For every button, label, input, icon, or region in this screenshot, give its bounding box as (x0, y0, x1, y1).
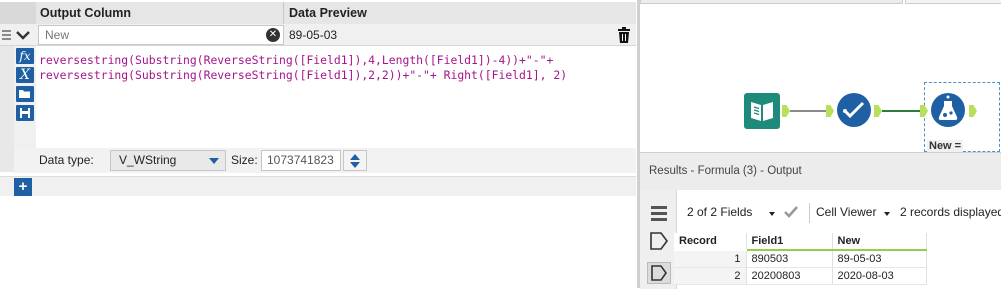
size-label: Size: (231, 153, 258, 167)
viewer-caret-icon[interactable] (884, 212, 890, 216)
spin-down-icon[interactable] (350, 162, 360, 168)
output-anchor-icon[interactable] (782, 105, 790, 117)
formula-tool-icon[interactable] (930, 92, 966, 128)
header-gutter (0, 2, 36, 24)
results-toolbar: 2 of 2 Fields Cell Viewer 2 records disp… (677, 193, 1001, 231)
grid-header: Output Column Data Preview (0, 2, 636, 24)
output-column-header: Output Column (36, 2, 284, 24)
add-row-bar: + (0, 176, 636, 196)
canvas-tab[interactable] (640, 0, 903, 4)
clear-x-icon[interactable]: ✕ (266, 28, 280, 42)
cell-field1[interactable]: 890503 (746, 250, 833, 268)
table-row[interactable]: 1 890503 89-05-03 (674, 250, 927, 268)
fx-icon[interactable]: fx (16, 48, 34, 64)
tool-annotation: New = (927, 140, 964, 152)
size-input[interactable]: 1073741823 (261, 150, 341, 171)
trash-icon[interactable] (617, 27, 631, 43)
drag-handle-icon[interactable] (0, 24, 13, 46)
output-anchor-icon[interactable] (874, 105, 882, 117)
variable-x-icon[interactable]: X (16, 67, 34, 83)
output-anchor-button[interactable] (647, 262, 671, 284)
expression-line-1[interactable]: reversestring(Substring(ReverseString([F… (39, 53, 567, 68)
column-header-new[interactable]: New (832, 233, 927, 251)
cell-field1[interactable]: 20200803 (746, 267, 833, 285)
cell-new[interactable]: 89-05-03 (832, 250, 927, 268)
canvas-tab-2[interactable] (905, 0, 1001, 4)
size-spinner[interactable] (343, 150, 367, 171)
input-anchor-icon[interactable] (826, 105, 834, 117)
results-sidebar (640, 190, 677, 289)
table-row[interactable]: 2 20200803 2020-08-03 (674, 267, 927, 285)
results-grid[interactable]: Record Field1 New 1 890503 89-05-03 2 20… (674, 233, 927, 285)
formula-config-panel: Output Column Data Preview ✕ 89-05-03 fx… (0, 0, 637, 288)
column-header-record[interactable]: Record (674, 233, 747, 251)
data-type-label: Data type: (39, 153, 94, 167)
save-icon[interactable] (16, 105, 34, 121)
formula-row[interactable]: ✕ 89-05-03 (0, 24, 636, 46)
input-anchor-icon[interactable] (647, 230, 671, 252)
cell-new[interactable]: 2020-08-03 (832, 267, 927, 285)
output-anchor-icon (651, 265, 667, 281)
expression-line-2[interactable]: reversestring(Substring(ReverseString([F… (39, 68, 567, 83)
toolbar-separator (809, 203, 810, 223)
canvas-tab-strip (640, 0, 1001, 5)
column-header-field1[interactable]: Field1 (746, 233, 833, 251)
output-column-input[interactable] (38, 25, 284, 45)
data-type-select[interactable]: V_WString (110, 150, 226, 171)
grid-header-row: Record Field1 New (674, 233, 927, 251)
connection-line[interactable] (882, 110, 926, 112)
fields-selector[interactable]: 2 of 2 Fields (687, 205, 752, 219)
record-number: 1 (674, 250, 747, 268)
cell-viewer-selector[interactable]: Cell Viewer (816, 205, 876, 219)
editor-gutter (0, 46, 14, 172)
apply-check-icon[interactable] (783, 205, 799, 219)
add-formula-button[interactable]: + (14, 178, 32, 196)
connection-line[interactable] (790, 110, 832, 112)
data-preview-value: 89-05-03 (289, 28, 338, 42)
data-type-row: Data type: V_WString Size: 1073741823 (14, 148, 636, 173)
records-displayed: 2 records displayed (900, 205, 1001, 219)
spin-up-icon[interactable] (350, 154, 360, 160)
select-tool-icon[interactable] (836, 92, 872, 128)
dropdown-arrow-icon (209, 158, 219, 164)
record-number: 2 (674, 267, 747, 285)
input-data-tool-icon[interactable] (744, 93, 780, 129)
open-folder-icon[interactable] (16, 86, 34, 102)
expression-editor[interactable]: reversestring(Substring(ReverseString([F… (39, 53, 567, 83)
data-type-value: V_WString (119, 153, 177, 167)
data-preview-header: Data Preview (289, 6, 367, 20)
fields-caret-icon[interactable] (769, 212, 775, 216)
workflow-canvas[interactable]: New = (640, 0, 1001, 152)
list-icon[interactable] (647, 203, 671, 225)
chevron-down-icon[interactable] (16, 30, 30, 40)
results-title: Results - Formula (3) - Output (640, 153, 1001, 190)
